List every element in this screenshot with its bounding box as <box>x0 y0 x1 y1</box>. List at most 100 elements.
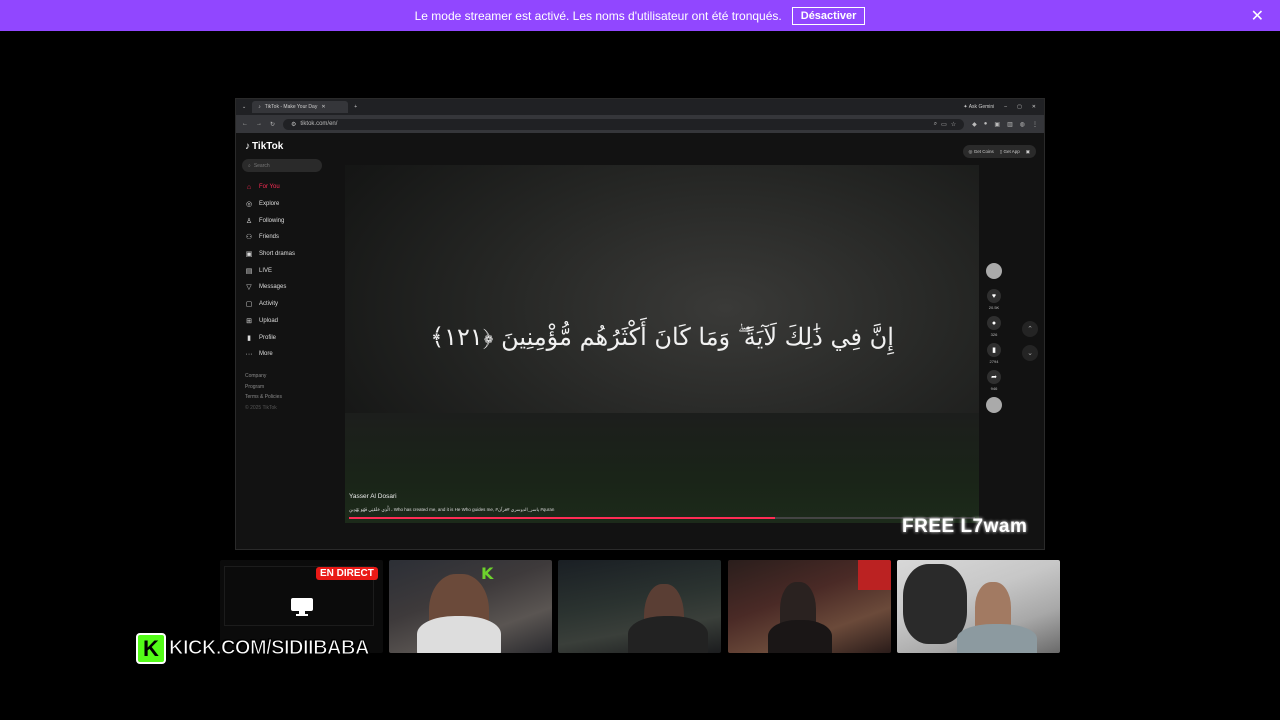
live-badge: EN DIRECT <box>316 567 378 580</box>
zoom-icon[interactable]: ⌕ <box>934 121 937 128</box>
stream-overlay: Le mode streamer est activé. Les noms d'… <box>0 0 1280 720</box>
streamer-mode-banner: Le mode streamer est activé. Les noms d'… <box>0 0 1280 31</box>
phone-icon: ▯ <box>999 148 1003 154</box>
sidebar-item-label: Messages <box>259 284 287 291</box>
likes-count: 20.5K <box>988 305 1000 310</box>
disable-streamer-mode-button[interactable]: Désactiver <box>791 6 866 25</box>
video-player[interactable]: إِنَّ فِي ذَٰلِكَ لَآيَةً ۖ وَمَا كَانَ … <box>345 165 979 523</box>
tiktok-logo-text: TikTok <box>252 141 284 152</box>
heart-icon[interactable]: ♥ <box>987 289 1001 303</box>
search-placeholder: Search <box>253 162 270 169</box>
ask-gemini-button[interactable]: ✦ Ask Gemini <box>963 104 994 110</box>
sidebar-item-label: Upload <box>259 317 279 324</box>
sidebar-item-messages[interactable]: ▽ Messages <box>245 279 295 296</box>
pc-icon[interactable]: ▣ <box>1026 149 1030 155</box>
nav-icon: ▮ <box>247 334 251 342</box>
browser-tab-bar: ⌄ ♪ TikTok - Make Your Day ✕ + ✦ Ask Gem… <box>236 99 1044 115</box>
sidebar-item-for-you[interactable]: ⌂ For You <box>245 179 295 196</box>
comment-icon[interactable]: ● <box>987 316 1001 330</box>
video-author[interactable]: Yasser Al Dosari <box>349 493 397 500</box>
close-icon[interactable]: ✕ <box>1251 6 1264 26</box>
webcam-feed-2: K <box>389 560 552 653</box>
footer-copyright: © 2025 TikTok <box>245 404 277 411</box>
reload-icon[interactable]: ↻ <box>270 121 275 128</box>
bookmark-star-icon[interactable]: ☆ <box>951 121 956 128</box>
saves-count: 2794 <box>989 359 999 364</box>
address-text: tiktok.com/en/ <box>300 121 338 127</box>
sidebar-item-following[interactable]: ♙ Following <box>245 212 295 229</box>
sidebar-item-friends[interactable]: ⚇ Friends <box>245 229 295 246</box>
streamer-shirt <box>417 616 501 653</box>
search-icon: ⌕ <box>248 162 251 169</box>
browser-tab-title: TikTok - Make Your Day <box>264 104 318 110</box>
nav-icon: ◎ <box>245 201 253 209</box>
webcam-feed-4 <box>728 560 891 653</box>
get-app-label: Get App <box>1003 148 1020 154</box>
tiktok-logo[interactable]: ♪ TikTok <box>245 141 283 152</box>
header-actions: ◎ Get Coins ▯ Get App ▣ <box>962 145 1036 158</box>
profile-icon[interactable]: ◍ <box>1020 121 1025 128</box>
sidebar-item-activity[interactable]: ▢ Activity <box>245 296 295 313</box>
maximize-icon[interactable]: ▢ <box>1017 104 1022 110</box>
nav-icon: ⚇ <box>245 234 253 242</box>
sidebar-item-label: For You <box>259 184 280 191</box>
video-progress-bar[interactable] <box>349 517 975 519</box>
footer-company-link[interactable]: Company <box>245 371 282 382</box>
sidebar-item-explore[interactable]: ◎ Explore <box>245 196 295 213</box>
extension-circle-icon[interactable]: ● <box>984 121 988 128</box>
bookmark-icon[interactable]: ▮ <box>987 343 1001 357</box>
tab-list-icon[interactable]: ⌄ <box>242 104 246 110</box>
forward-icon[interactable]: → <box>256 121 262 127</box>
sidebar-item-label: Activity <box>259 301 279 308</box>
sound-disc-icon[interactable] <box>986 397 1002 413</box>
get-app-button[interactable]: ▯ Get App <box>1000 149 1020 155</box>
monitor-icon <box>291 598 313 616</box>
tab-close-icon[interactable]: ✕ <box>321 104 325 110</box>
extensions-puzzle-icon[interactable]: ▣ <box>994 121 1000 128</box>
chevron-down-icon[interactable]: ⌄ <box>1022 345 1038 361</box>
sidebar-item-live[interactable]: ▤ LIVE <box>245 262 295 279</box>
webcam-feed-3 <box>558 560 721 653</box>
browser-tab[interactable]: ♪ TikTok - Make Your Day ✕ <box>252 101 349 113</box>
nav-icon: ▣ <box>245 251 253 259</box>
video-progress-fill <box>349 517 775 519</box>
kick-logo-icon: K <box>136 633 166 664</box>
sidebar-item-more[interactable]: ··· More <box>245 346 295 363</box>
new-tab-button[interactable]: + <box>354 104 357 110</box>
shares-count: 946 <box>990 386 998 391</box>
sidebar-icon[interactable]: ▥ <box>1007 121 1013 128</box>
search-input[interactable]: ⌕ Search <box>242 159 322 172</box>
nav-icon: ⌂ <box>246 183 252 191</box>
extension-shield-icon[interactable]: ◆ <box>972 121 977 128</box>
browser-menu-icon[interactable]: ⋮ <box>1032 121 1038 128</box>
nav-icon: ▽ <box>246 284 252 292</box>
minimize-icon[interactable]: – <box>1004 104 1007 110</box>
video-verse-text: إِنَّ فِي ذَٰلِكَ لَآيَةً ۖ وَمَا كَانَ … <box>430 323 894 351</box>
sidebar-nav: ⌂ For You ◎ Explore ♙ Following ⚇ Friends ▣ Short… <box>245 179 296 363</box>
site-info-icon[interactable]: ⚙ <box>291 121 296 128</box>
kick-poster-text: K <box>481 564 494 583</box>
sidebar-item-upload[interactable]: ⊞ Upload <box>245 313 295 330</box>
chevron-up-icon[interactable]: ⌃ <box>1022 321 1038 337</box>
share-icon[interactable]: ➦ <box>987 370 1001 384</box>
comments-count: 326 <box>990 332 998 337</box>
window-close-icon[interactable]: ✕ <box>1032 104 1036 110</box>
footer-terms-link[interactable]: Terms & Policies <box>245 392 282 403</box>
sidebar-footer: Company Program Terms & Policies © 2025 … <box>245 371 282 413</box>
sidebar-item-label: Friends <box>259 234 280 241</box>
sidebar-item-short-dramas[interactable]: ▣ Short dramas <box>245 246 295 263</box>
back-icon[interactable]: ← <box>242 121 248 127</box>
ask-gemini-label: Ask Gemini <box>968 104 995 110</box>
get-coins-button[interactable]: ◎ Get Coins <box>969 149 994 155</box>
cast-icon[interactable]: ▭ <box>941 121 947 128</box>
sidebar-item-label: Short dramas <box>259 251 296 258</box>
address-bar[interactable]: ⚙ tiktok.com/en/ ⌕ ▭ ☆ <box>283 118 965 130</box>
footer-program-link[interactable]: Program <box>245 382 282 393</box>
sidebar-item-profile[interactable]: ▮ Profile <box>245 329 295 346</box>
free-watermark: FREE L7wam <box>902 516 1028 537</box>
browser-window: ⌄ ♪ TikTok - Make Your Day ✕ + ✦ Ask Gem… <box>235 98 1045 550</box>
coin-icon: ◎ <box>968 148 973 154</box>
nav-icon: ⊞ <box>246 317 252 325</box>
creator-avatar[interactable] <box>986 263 1002 279</box>
feed-scroll-controls: ⌃ ⌄ <box>1022 321 1038 361</box>
